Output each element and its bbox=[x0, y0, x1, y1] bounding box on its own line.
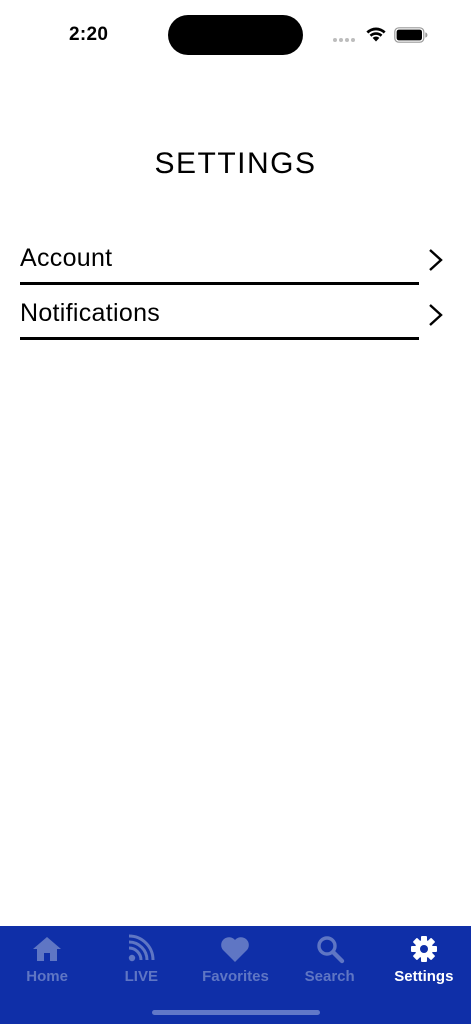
home-icon bbox=[33, 937, 62, 961]
tab-label: Search bbox=[304, 968, 355, 985]
settings-item-label: Account bbox=[20, 244, 113, 272]
gear-icon bbox=[410, 936, 437, 962]
page-title: SETTINGS bbox=[154, 147, 317, 180]
tab-label: Favorites bbox=[202, 968, 269, 985]
settings-list: Account Notifications bbox=[20, 230, 450, 340]
tab-bar: Home LIVE Favorites Search Settings bbox=[0, 926, 471, 1024]
chevron-right-icon bbox=[429, 304, 443, 326]
status-time: 2:20 bbox=[69, 24, 109, 45]
heart-icon bbox=[221, 937, 250, 962]
tab-label: Home bbox=[26, 968, 68, 985]
tab-home[interactable]: Home bbox=[0, 926, 94, 996]
tab-settings[interactable]: Settings bbox=[377, 926, 471, 996]
tab-label: Settings bbox=[394, 968, 454, 985]
row-divider bbox=[20, 337, 419, 340]
wifi-icon bbox=[366, 27, 386, 42]
settings-item-label: Notifications bbox=[20, 299, 161, 327]
dynamic-island bbox=[168, 15, 303, 55]
tab-favorites[interactable]: Favorites bbox=[188, 926, 282, 996]
battery-icon bbox=[394, 27, 428, 43]
settings-item-account[interactable]: Account bbox=[20, 230, 450, 285]
live-signal-icon bbox=[129, 934, 155, 962]
chevron-right-icon bbox=[429, 249, 443, 271]
cellular-signal-icon bbox=[333, 38, 355, 42]
search-icon bbox=[316, 936, 344, 964]
settings-item-notifications[interactable]: Notifications bbox=[20, 285, 450, 340]
tab-search[interactable]: Search bbox=[283, 926, 377, 996]
tab-live[interactable]: LIVE bbox=[94, 926, 188, 996]
home-indicator bbox=[152, 1010, 320, 1015]
tab-label: LIVE bbox=[124, 968, 158, 985]
status-bar: 2:20 bbox=[0, 0, 471, 70]
